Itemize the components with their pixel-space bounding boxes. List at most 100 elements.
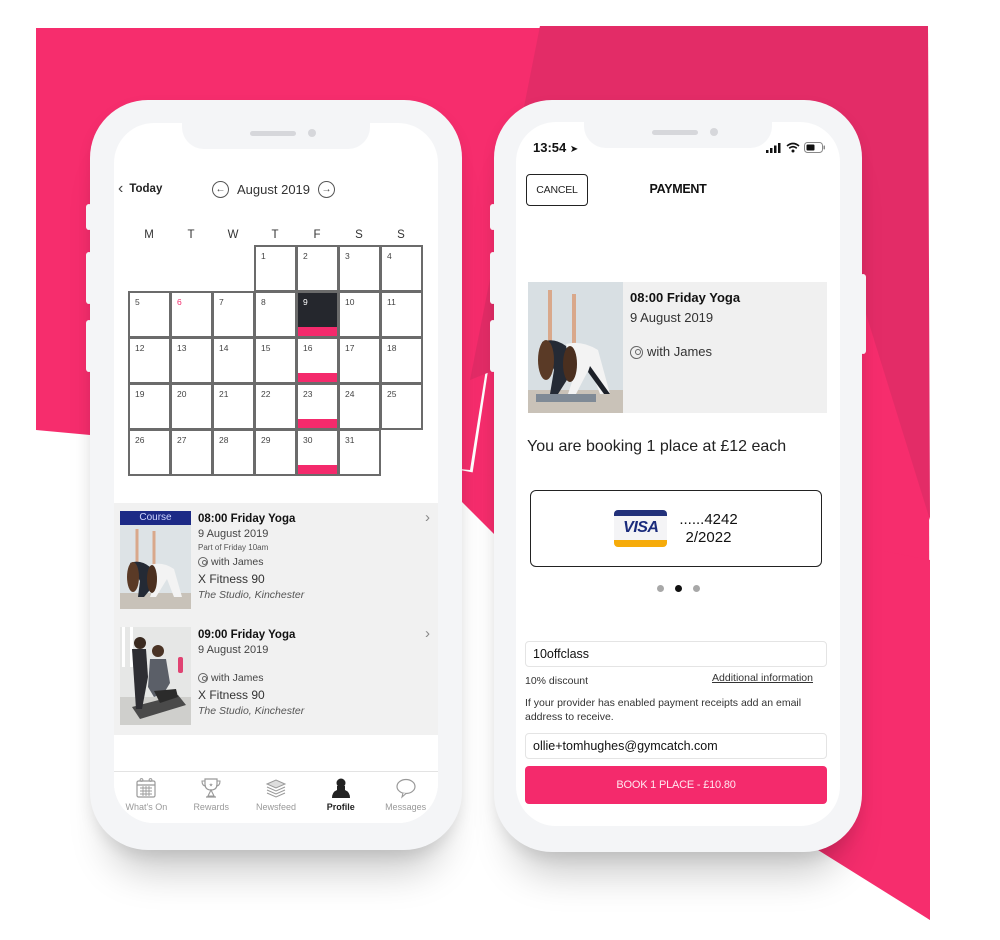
calendar-day[interactable]: 20 (170, 383, 213, 430)
speech-bubble-icon (395, 777, 417, 799)
tab-profile[interactable]: Profile (308, 772, 373, 823)
calendar-day[interactable]: 24 (338, 383, 381, 430)
event-instructor: with James (198, 555, 304, 570)
event-list-item[interactable]: Course 08:00 Friday Yoga 9 August 2019 Part… (114, 503, 438, 619)
side-button (860, 274, 866, 354)
calendar-day[interactable]: 6 (170, 291, 213, 338)
calendar-day[interactable]: 5 (128, 291, 171, 338)
discount-text: 10% discount (525, 675, 589, 687)
day-number: 7 (219, 297, 224, 307)
calendar-day[interactable]: 31 (338, 429, 381, 476)
calendar-day[interactable]: 29 (254, 429, 297, 476)
book-button[interactable]: BOOK 1 PLACE - £10.80 (525, 766, 827, 804)
yoga-photo-image (528, 282, 623, 413)
instructor: with James (630, 342, 740, 362)
day-number: 13 (177, 343, 187, 353)
calendar-day[interactable]: 30 (296, 429, 339, 476)
calendar-day[interactable]: 26 (128, 429, 171, 476)
side-button (86, 252, 92, 304)
receipt-note: If your provider has enabled payment rec… (525, 697, 802, 724)
event-date: 9 August 2019 (198, 528, 269, 541)
day-number: 19 (135, 389, 145, 399)
calendar-day[interactable]: 8 (254, 291, 297, 338)
calendar-day[interactable]: 23 (296, 383, 339, 430)
calendar-day[interactable]: 7 (212, 291, 255, 338)
additional-information-link[interactable]: Additional information (712, 672, 813, 684)
weekday-label: S (355, 229, 363, 241)
event-info: 09:00 Friday Yoga 9 August 2019 with Jame… (198, 627, 304, 735)
calendar-day[interactable]: 14 (212, 337, 255, 384)
instructor-name: with James (211, 671, 264, 684)
page-title: PAYMENT (649, 182, 707, 196)
signal-icon (766, 142, 781, 153)
day-number: 18 (387, 343, 397, 353)
calendar-day[interactable]: 16 (296, 337, 339, 384)
calendar-day[interactable]: 17 (338, 337, 381, 384)
camera (710, 128, 718, 136)
event-date: 9 August 2019 (198, 644, 269, 657)
calendar-day[interactable]: 10 (338, 291, 381, 338)
event-venue: X Fitness 90 (198, 572, 265, 587)
day-number: 20 (177, 389, 187, 399)
chevron-right-icon: › (425, 509, 430, 526)
calendar-day[interactable]: 18 (380, 337, 423, 384)
carousel-dot[interactable] (656, 585, 664, 592)
tab-messages[interactable]: Messages (373, 772, 438, 823)
tab-what-s-on[interactable]: What's On (114, 772, 179, 823)
carousel-dot[interactable] (692, 585, 700, 592)
calendar-day[interactable]: 21 (212, 383, 255, 430)
calendar-day[interactable]: 11 (380, 291, 423, 338)
calendar-day[interactable]: 22 (254, 383, 297, 430)
arrow-left-circle-icon[interactable]: ← (212, 181, 229, 198)
email-input[interactable] (525, 733, 827, 759)
svg-text:★: ★ (209, 783, 214, 789)
event-title: 09:00 Friday Yoga (198, 629, 296, 641)
phone-payment: 13:54 ➤ CANCEL PAYMENT 08:00 Friday Yoga… (490, 100, 866, 852)
today-button[interactable]: ‹ Today (118, 181, 162, 197)
event-indicator (298, 465, 337, 474)
instructor-icon (198, 673, 208, 684)
event-thumbnail (120, 627, 191, 725)
card-number: ......4242 (679, 510, 738, 528)
calendar-day[interactable]: 12 (128, 337, 171, 384)
weekday-label: T (187, 229, 195, 241)
calendar-day[interactable]: 1 (254, 245, 297, 292)
payment-card[interactable]: VISA ......4242 2/2022 (530, 490, 822, 567)
booking-info: 08:00 Friday Yoga 9 August 2019 with Jam… (623, 282, 747, 413)
side-button (490, 320, 496, 372)
location-arrow-icon: ➤ (569, 144, 579, 155)
carousel-dot[interactable] (674, 585, 682, 592)
calendar-day-selected[interactable]: 9 (296, 291, 339, 338)
calendar-day[interactable]: 2 (296, 245, 339, 292)
calendar-day[interactable]: 25 (380, 383, 423, 430)
camera (308, 129, 316, 137)
class-photo (528, 282, 623, 413)
today-label: Today (129, 183, 163, 195)
tab-newsfeed[interactable]: Newsfeed (244, 772, 309, 823)
event-subtitle-spacer (198, 658, 304, 669)
calendar-screen: ‹ Today ← August 2019 → MTWTFSS 12345678… (114, 123, 438, 823)
calendar-day[interactable]: 3 (338, 245, 381, 292)
calendar-day[interactable]: 27 (170, 429, 213, 476)
notch (584, 122, 772, 148)
day-number: 11 (387, 297, 396, 307)
calendar-day[interactable]: 4 (380, 245, 423, 292)
trophy-icon: ★ (200, 777, 222, 799)
event-location: The Studio, Kinchester (198, 705, 305, 718)
event-indicator (298, 419, 337, 428)
calendar-day[interactable]: 15 (254, 337, 297, 384)
calendar-day[interactable]: 13 (170, 337, 213, 384)
person-icon (330, 777, 352, 799)
weekday-label: S (397, 229, 405, 241)
arrow-right-circle-icon[interactable]: → (318, 181, 336, 198)
card-expiry: 2/2022 (685, 528, 732, 546)
event-list-item[interactable]: 09:00 Friday Yoga 9 August 2019 with Jame… (114, 619, 438, 735)
calendar-day[interactable]: 28 (212, 429, 255, 476)
wifi-icon (786, 142, 800, 153)
calendar-day[interactable]: 19 (128, 383, 171, 430)
calendar-grid: 1 2 3 4 5 6 7 8 9 10 11 12 13 14 15 16 17 18 19 20 21 22 23 24 2… (128, 245, 423, 476)
day-number: 15 (261, 343, 271, 353)
day-number: 22 (261, 389, 271, 399)
promo-code-input[interactable] (525, 641, 827, 667)
tab-rewards[interactable]: ★ Rewards (179, 772, 244, 823)
